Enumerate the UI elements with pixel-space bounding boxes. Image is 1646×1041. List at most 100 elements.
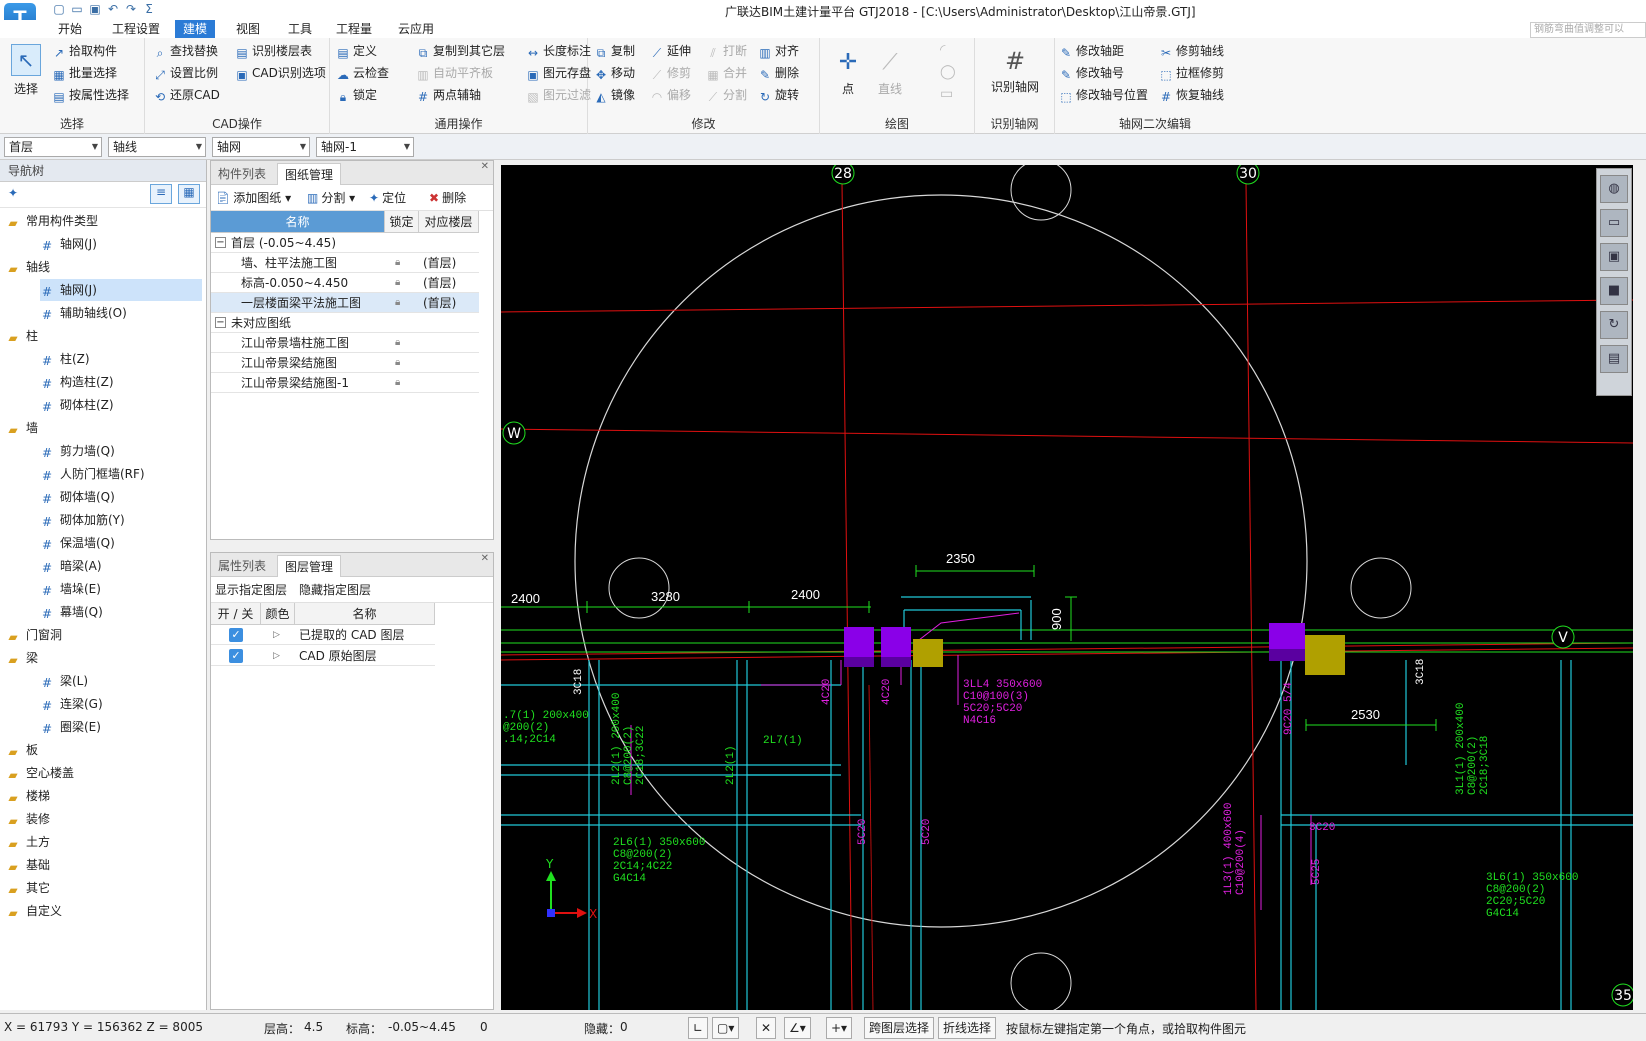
list-view-icon[interactable]: ≡ bbox=[150, 184, 172, 204]
save-icon[interactable]: ▣ bbox=[88, 2, 102, 16]
category-select[interactable]: 轴线 ▼ bbox=[108, 137, 206, 157]
drawing-floor[interactable]: (首层) bbox=[423, 293, 456, 313]
cad-drawing[interactable]: 28 30 W V 35 2350 2400 3280 2400 900 253… bbox=[501, 165, 1633, 1010]
drawing-floor[interactable]: (首层) bbox=[423, 253, 456, 273]
length-dim-button[interactable]: ↔ 长度标注 bbox=[526, 41, 591, 61]
merge-button[interactable]: ▦ 合并 bbox=[706, 63, 747, 83]
line-button[interactable]: ⟋ 直线 bbox=[870, 46, 910, 97]
trim-axis-button[interactable]: ✂ 修剪轴线 bbox=[1159, 41, 1224, 61]
layers-icon[interactable]: ▤ bbox=[1600, 345, 1628, 373]
col-onoff[interactable]: 开 / 关 bbox=[211, 603, 261, 625]
show-layer-button[interactable]: 显示指定图层 bbox=[215, 581, 287, 598]
pin-icon[interactable]: ✦ bbox=[8, 186, 18, 200]
nav-item[interactable]: # 构造柱(Z) bbox=[40, 371, 114, 393]
drawing-row[interactable]: 标高-0.050~4.450 🔒︎ (首层) bbox=[211, 273, 479, 293]
nav-folder[interactable]: ▰ 空心楼盖 bbox=[6, 762, 74, 784]
offset-button[interactable]: ◠ 偏移 bbox=[650, 85, 691, 105]
drawing-row[interactable]: 江山帝景梁结施图 🔒︎ bbox=[211, 353, 479, 373]
pick-component-button[interactable]: ↗ 拾取构件 bbox=[52, 41, 117, 61]
nav-item[interactable]: # 梁(L) bbox=[40, 670, 88, 692]
nav-item[interactable]: # 暗梁(A) bbox=[40, 555, 102, 577]
grid-view-icon[interactable]: ▦ bbox=[178, 184, 200, 204]
drawing-floor[interactable]: (首层) bbox=[423, 273, 456, 293]
copy-to-floor-button[interactable]: ⧉ 复制到其它层 bbox=[416, 41, 505, 61]
tab-component-list[interactable]: 构件列表 bbox=[211, 163, 273, 185]
ortho-icon[interactable]: ∟ bbox=[688, 1017, 709, 1039]
two-point-aux-axis-button[interactable]: # 两点辅轴 bbox=[416, 85, 481, 105]
drawing-group-row[interactable]: − 首层 (-0.05~4.45) bbox=[211, 233, 479, 253]
expand-icon[interactable]: ▷ bbox=[273, 625, 280, 645]
edit-number-position-button[interactable]: ⬚ 修改轴号位置 bbox=[1059, 85, 1148, 105]
layer-row[interactable]: ✓ ▷ CAD 原始图层 bbox=[211, 646, 435, 666]
sphere-icon[interactable]: ◍ bbox=[1600, 175, 1628, 203]
lock-button[interactable]: 🔒︎ 锁定 bbox=[336, 85, 377, 105]
col-layer-name[interactable]: 名称 bbox=[295, 603, 435, 625]
open-folder-icon[interactable]: ▭ bbox=[70, 2, 84, 16]
locate-button[interactable]: ✦ 定位 bbox=[369, 189, 406, 206]
tab-property-list[interactable]: 属性列表 bbox=[211, 555, 273, 577]
nav-folder[interactable]: ▰ 楼梯 bbox=[6, 785, 50, 807]
extend-button[interactable]: ⟋ 延伸 bbox=[650, 41, 691, 61]
recognize-floor-table-button[interactable]: ▤ 识别楼层表 bbox=[235, 41, 312, 61]
recognize-axis-button[interactable]: # 识别轴网 bbox=[979, 44, 1051, 95]
nav-folder[interactable]: ▰ 轴线 bbox=[6, 256, 50, 278]
nav-item[interactable]: # 砌体加筋(Y) bbox=[40, 509, 125, 531]
nav-item[interactable]: # 砌体柱(Z) bbox=[40, 394, 114, 416]
axis-bubble-28[interactable]: 28 bbox=[831, 165, 855, 185]
define-button[interactable]: ▤ 定义 bbox=[336, 41, 377, 61]
drawing-row[interactable]: 一层楼面梁平法施工图 🔒︎ (首层) bbox=[211, 293, 479, 313]
cloud-check-button[interactable]: ☁ 云检查 bbox=[336, 63, 389, 83]
cube-icon[interactable]: ▣ bbox=[1600, 243, 1628, 271]
redo-icon[interactable]: ↷ bbox=[124, 2, 138, 16]
nav-folder[interactable]: ▰ 土方 bbox=[6, 831, 50, 853]
nav-item[interactable]: # 砌体墙(Q) bbox=[40, 486, 115, 508]
auto-align-slab-button[interactable]: ▥ 自动平齐板 bbox=[416, 63, 493, 83]
rect-icon[interactable]: ▭ bbox=[940, 86, 953, 102]
layer-checkbox[interactable]: ✓ bbox=[229, 628, 243, 642]
nav-item[interactable]: # 幕墙(Q) bbox=[40, 601, 103, 623]
nav-item[interactable]: # 轴网(J) bbox=[40, 233, 97, 255]
edit-axis-spacing-button[interactable]: ✎ 修改轴距 bbox=[1059, 41, 1124, 61]
angle-icon[interactable]: ∠▾ bbox=[784, 1017, 811, 1039]
find-replace-button[interactable]: ⌕ 查找替换 bbox=[153, 41, 218, 61]
nav-item[interactable]: # 连梁(G) bbox=[40, 693, 103, 715]
tab-tools[interactable]: 工具 bbox=[280, 20, 320, 38]
nav-folder[interactable]: ▰ 梁 bbox=[6, 647, 38, 669]
tab-project-settings[interactable]: 工程设置 bbox=[104, 20, 168, 38]
nav-folder[interactable]: ▰ 装修 bbox=[6, 808, 50, 830]
drawing-row[interactable]: 墙、柱平法施工图 🔒︎ (首层) bbox=[211, 253, 479, 273]
axis-bubble-w[interactable]: W bbox=[502, 421, 526, 445]
col-name[interactable]: 名称 bbox=[211, 211, 385, 233]
rotate-button[interactable]: ↻ 旋转 bbox=[758, 85, 799, 105]
nav-item[interactable]: # 墙垛(E) bbox=[40, 578, 101, 600]
tab-quantity[interactable]: 工程量 bbox=[328, 20, 380, 38]
nav-folder[interactable]: ▰ 常用构件类型 bbox=[6, 210, 98, 232]
rotate-icon[interactable]: ↻ bbox=[1600, 311, 1628, 339]
nav-item[interactable]: # 柱(Z) bbox=[40, 348, 90, 370]
track-icon[interactable]: +▾ bbox=[826, 1017, 853, 1039]
snap-icon[interactable]: ▢▾ bbox=[712, 1017, 740, 1039]
box-trim-button[interactable]: ⬚ 拉框修剪 bbox=[1159, 63, 1224, 83]
select-button[interactable]: ↖ 选择 bbox=[6, 44, 46, 97]
cube-solid-icon[interactable]: ■ bbox=[1600, 277, 1628, 305]
cad-canvas[interactable]: 28 30 W V 35 2350 2400 3280 2400 900 253… bbox=[501, 165, 1633, 1010]
tab-drawing-manage[interactable]: 图纸管理 bbox=[277, 163, 342, 185]
cad-options-button[interactable]: ▣ CAD识别选项 bbox=[235, 63, 326, 83]
delete-button[interactable]: ✎ 删除 bbox=[758, 63, 799, 83]
component-select[interactable]: 轴网-1 ▼ bbox=[316, 137, 414, 157]
col-lock[interactable]: 锁定 bbox=[385, 211, 419, 233]
lock-icon[interactable]: 🔒︎ bbox=[395, 373, 400, 393]
common-group-label[interactable]: 通用操作 bbox=[330, 115, 587, 132]
circle-icon[interactable]: ◯ bbox=[940, 64, 956, 80]
split-button[interactable]: ⟋ 分割 bbox=[706, 85, 747, 105]
nav-folder[interactable]: ▰ 其它 bbox=[6, 877, 50, 899]
lock-icon[interactable]: 🔒︎ bbox=[395, 333, 400, 353]
column-olive-1[interactable] bbox=[913, 639, 943, 667]
layer-row[interactable]: ✓ ▷ 已提取的 CAD 图层 bbox=[211, 625, 435, 645]
move-button[interactable]: ✥ 移动 bbox=[594, 63, 635, 83]
restore-axis-button[interactable]: # 恢复轴线 bbox=[1159, 85, 1224, 105]
collapse-icon[interactable]: − bbox=[215, 237, 226, 248]
lock-icon[interactable]: 🔒︎ bbox=[395, 273, 400, 293]
lock-icon[interactable]: 🔒︎ bbox=[395, 253, 400, 273]
cross-icon[interactable]: ✕ bbox=[756, 1017, 777, 1039]
